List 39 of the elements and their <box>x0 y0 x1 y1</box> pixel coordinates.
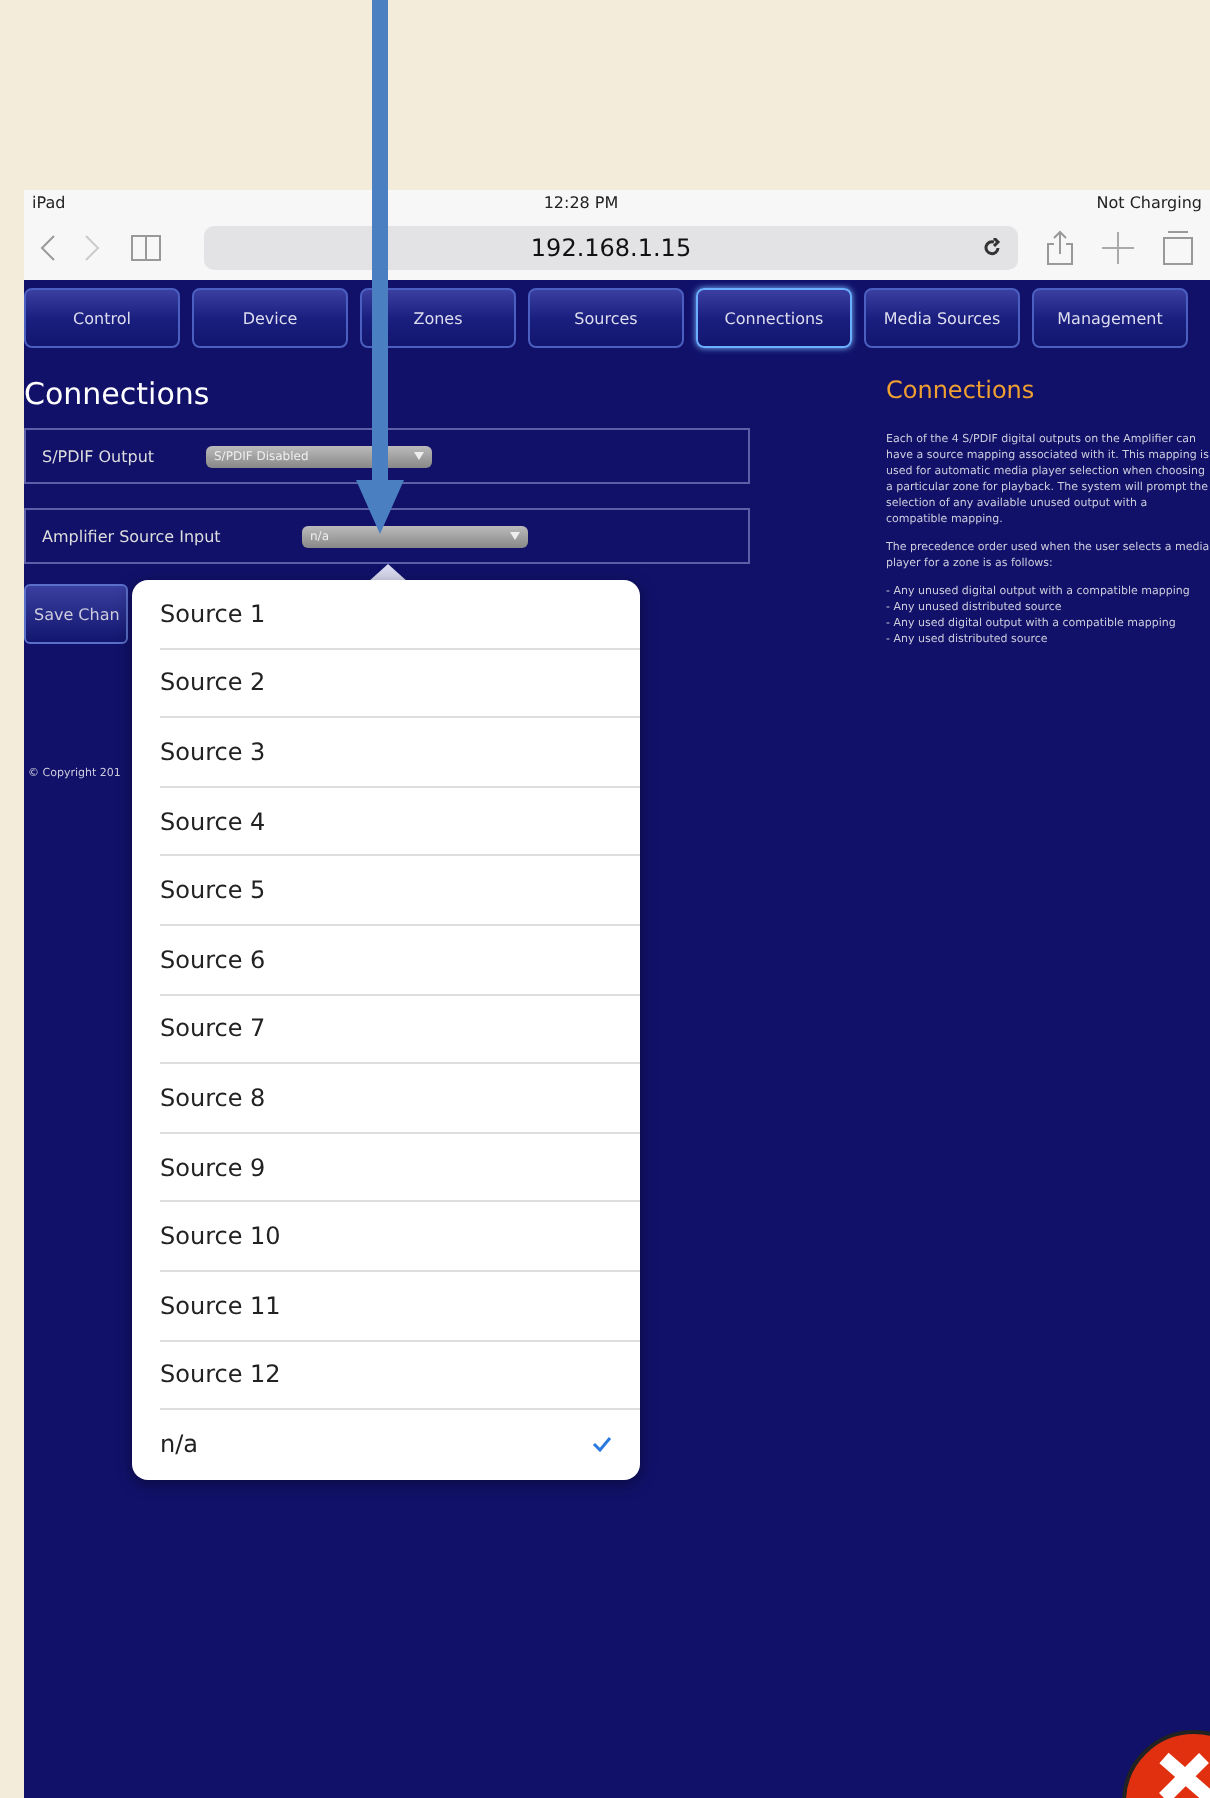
clock-time: 12:28 PM <box>543 194 619 212</box>
dropdown-option[interactable]: Source 4 <box>160 787 640 857</box>
dropdown-option[interactable]: Source 8 <box>160 1064 640 1134</box>
help-title: Connections <box>886 376 1037 404</box>
dropdown-option[interactable]: Source 7 <box>160 995 640 1065</box>
nav-tab[interactable]: Sources <box>528 288 684 348</box>
share-icon[interactable] <box>1046 230 1074 266</box>
dropdown-option[interactable]: Source 6 <box>160 925 640 996</box>
dropdown-option[interactable]: Source 12 <box>160 1341 640 1411</box>
device-name: iPad <box>32 194 66 212</box>
book-icon[interactable] <box>128 232 164 264</box>
nav-tab[interactable]: Control <box>24 288 180 348</box>
dropdown-option[interactable]: n/a <box>160 1410 640 1480</box>
setting-label: Amplifier Source Input <box>42 527 223 545</box>
nav-tab[interactable]: Connections <box>696 288 852 348</box>
page-title: Connections <box>24 376 212 412</box>
reload-icon[interactable] <box>982 238 1002 258</box>
tabs-icon[interactable] <box>1162 230 1194 266</box>
dropdown-option[interactable]: Source 9 <box>160 1133 640 1203</box>
back-icon[interactable] <box>40 234 56 262</box>
plus-icon[interactable] <box>1102 232 1134 264</box>
dropdown-option[interactable]: Source 1 <box>160 580 640 650</box>
dropdown-option[interactable]: Source 5 <box>160 856 640 926</box>
nav-tab[interactable]: Zones <box>360 288 516 348</box>
nav-tab[interactable]: Device <box>192 288 348 348</box>
caret-icon <box>414 452 424 460</box>
dropdown-option[interactable]: Source 3 <box>160 718 640 788</box>
forward-icon[interactable] <box>84 234 100 262</box>
setting-label: S/PDIF Output <box>42 447 157 465</box>
caret-icon <box>510 532 520 540</box>
save-button[interactable]: Save Chan <box>24 584 128 644</box>
dropdown-option[interactable]: Source 2 <box>160 649 640 719</box>
nav-tab[interactable]: Media Sources <box>864 288 1020 348</box>
nav-tab[interactable]: Management <box>1032 288 1188 348</box>
battery-status: Not Charging <box>1096 194 1202 212</box>
dropdown-option[interactable]: Source 11 <box>160 1271 640 1342</box>
dropdown-option[interactable]: Source 10 <box>160 1202 640 1272</box>
address-field[interactable]: 192.168.1.15 <box>204 226 1018 270</box>
arrow-icon <box>356 0 404 536</box>
